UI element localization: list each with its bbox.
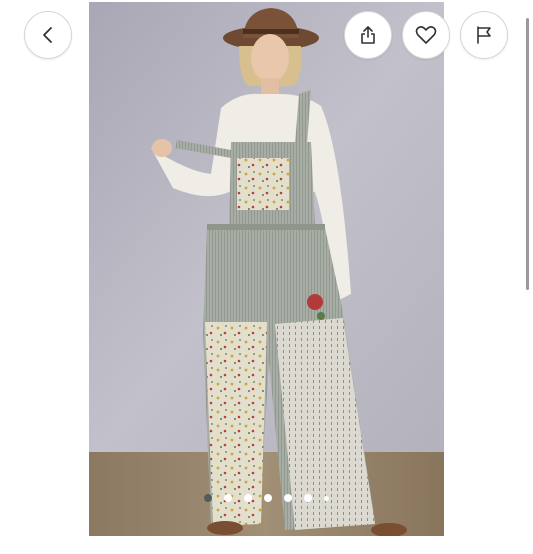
report-button[interactable] [460, 11, 508, 59]
product-photo[interactable] [89, 2, 444, 536]
carousel-dot-2[interactable] [224, 494, 232, 502]
carousel-dot-1[interactable] [204, 494, 212, 502]
page-scrollbar[interactable] [526, 18, 529, 290]
heart-outline-icon [415, 25, 437, 45]
flag-icon [474, 25, 494, 45]
carousel-dot-4[interactable] [264, 494, 272, 502]
like-button[interactable] [402, 11, 450, 59]
share-button[interactable] [344, 11, 392, 59]
chevron-left-icon [38, 25, 58, 45]
carousel-dot-5[interactable] [284, 494, 292, 502]
share-icon [358, 25, 378, 45]
carousel-dot-6[interactable] [304, 494, 312, 502]
product-image [89, 2, 444, 536]
carousel-dot-7[interactable] [324, 495, 329, 501]
back-button[interactable] [24, 11, 72, 59]
carousel-dot-3[interactable] [244, 494, 252, 502]
image-carousel-indicator [89, 491, 444, 505]
